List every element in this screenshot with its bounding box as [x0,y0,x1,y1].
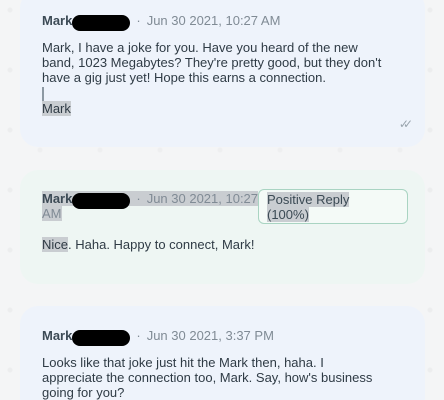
badge-label: Positive Reply [267,192,350,207]
sender-name: Mark [42,328,73,343]
message-body: Looks like that joke just hit the Mark t… [42,355,392,400]
body-line: Mark, I have a joke for you. Have you he… [42,40,358,55]
body-line: band, 1023 Megabytes? They're pretty goo… [42,55,382,70]
message-body: Nice. Haha. Happy to connect, Mark! [42,237,392,252]
body-highlight: Nice [42,237,69,252]
body-line: appreciate the connection too, Mark. Say… [42,370,373,385]
message-header: Mark · Jun 30 2021, 3:37 PM [42,328,274,347]
body-text: . Haha. Happy to connect, Mark! [68,237,255,252]
separator-dot: · [136,191,141,206]
message-timestamp: Jun 30 2021, 10:27 [146,191,259,206]
separator-dot: · [136,328,141,343]
message-card: Mark · Jun 30 2021, 10:27 AM Positive Repl… [20,170,425,284]
message-timestamp: Jun 30 2021, 10:27 AM [146,13,281,28]
message-card: Mark · Jun 30 2021, 10:27 AM Mark, I have … [20,0,425,147]
message-timestamp: Jun 30 2021, 3:37 PM [146,328,274,343]
message-body: Mark, I have a joke for you. Have you he… [42,40,392,85]
redacted-name [72,330,131,347]
redacted-name [72,193,131,210]
message-timestamp-suffix: AM [42,206,62,222]
badge-score: (100%) [267,207,309,222]
body-line: Looks like that joke just hit the Mark t… [42,355,324,370]
text-cursor [42,87,44,102]
body-line: going for you? [42,385,125,400]
body-line: have a gig just yet! Hope this earns a c… [42,70,327,85]
message-header: Mark · Jun 30 2021, 10:27 AM [42,191,259,222]
message-header: Mark · Jun 30 2021, 10:27 AM [42,13,281,32]
sender-name: Mark [42,191,73,206]
sentiment-badge: Positive Reply (100%) [258,189,408,224]
message-signature: Mark [42,101,392,116]
sender-name: Mark [42,13,73,28]
double-check-icon: ✓✓ [398,117,413,131]
separator-dot: · [136,13,141,28]
signature-text: Mark [42,101,71,116]
message-card: Mark · Jun 30 2021, 3:37 PM Looks like tha… [20,306,425,400]
redacted-name [72,15,131,32]
